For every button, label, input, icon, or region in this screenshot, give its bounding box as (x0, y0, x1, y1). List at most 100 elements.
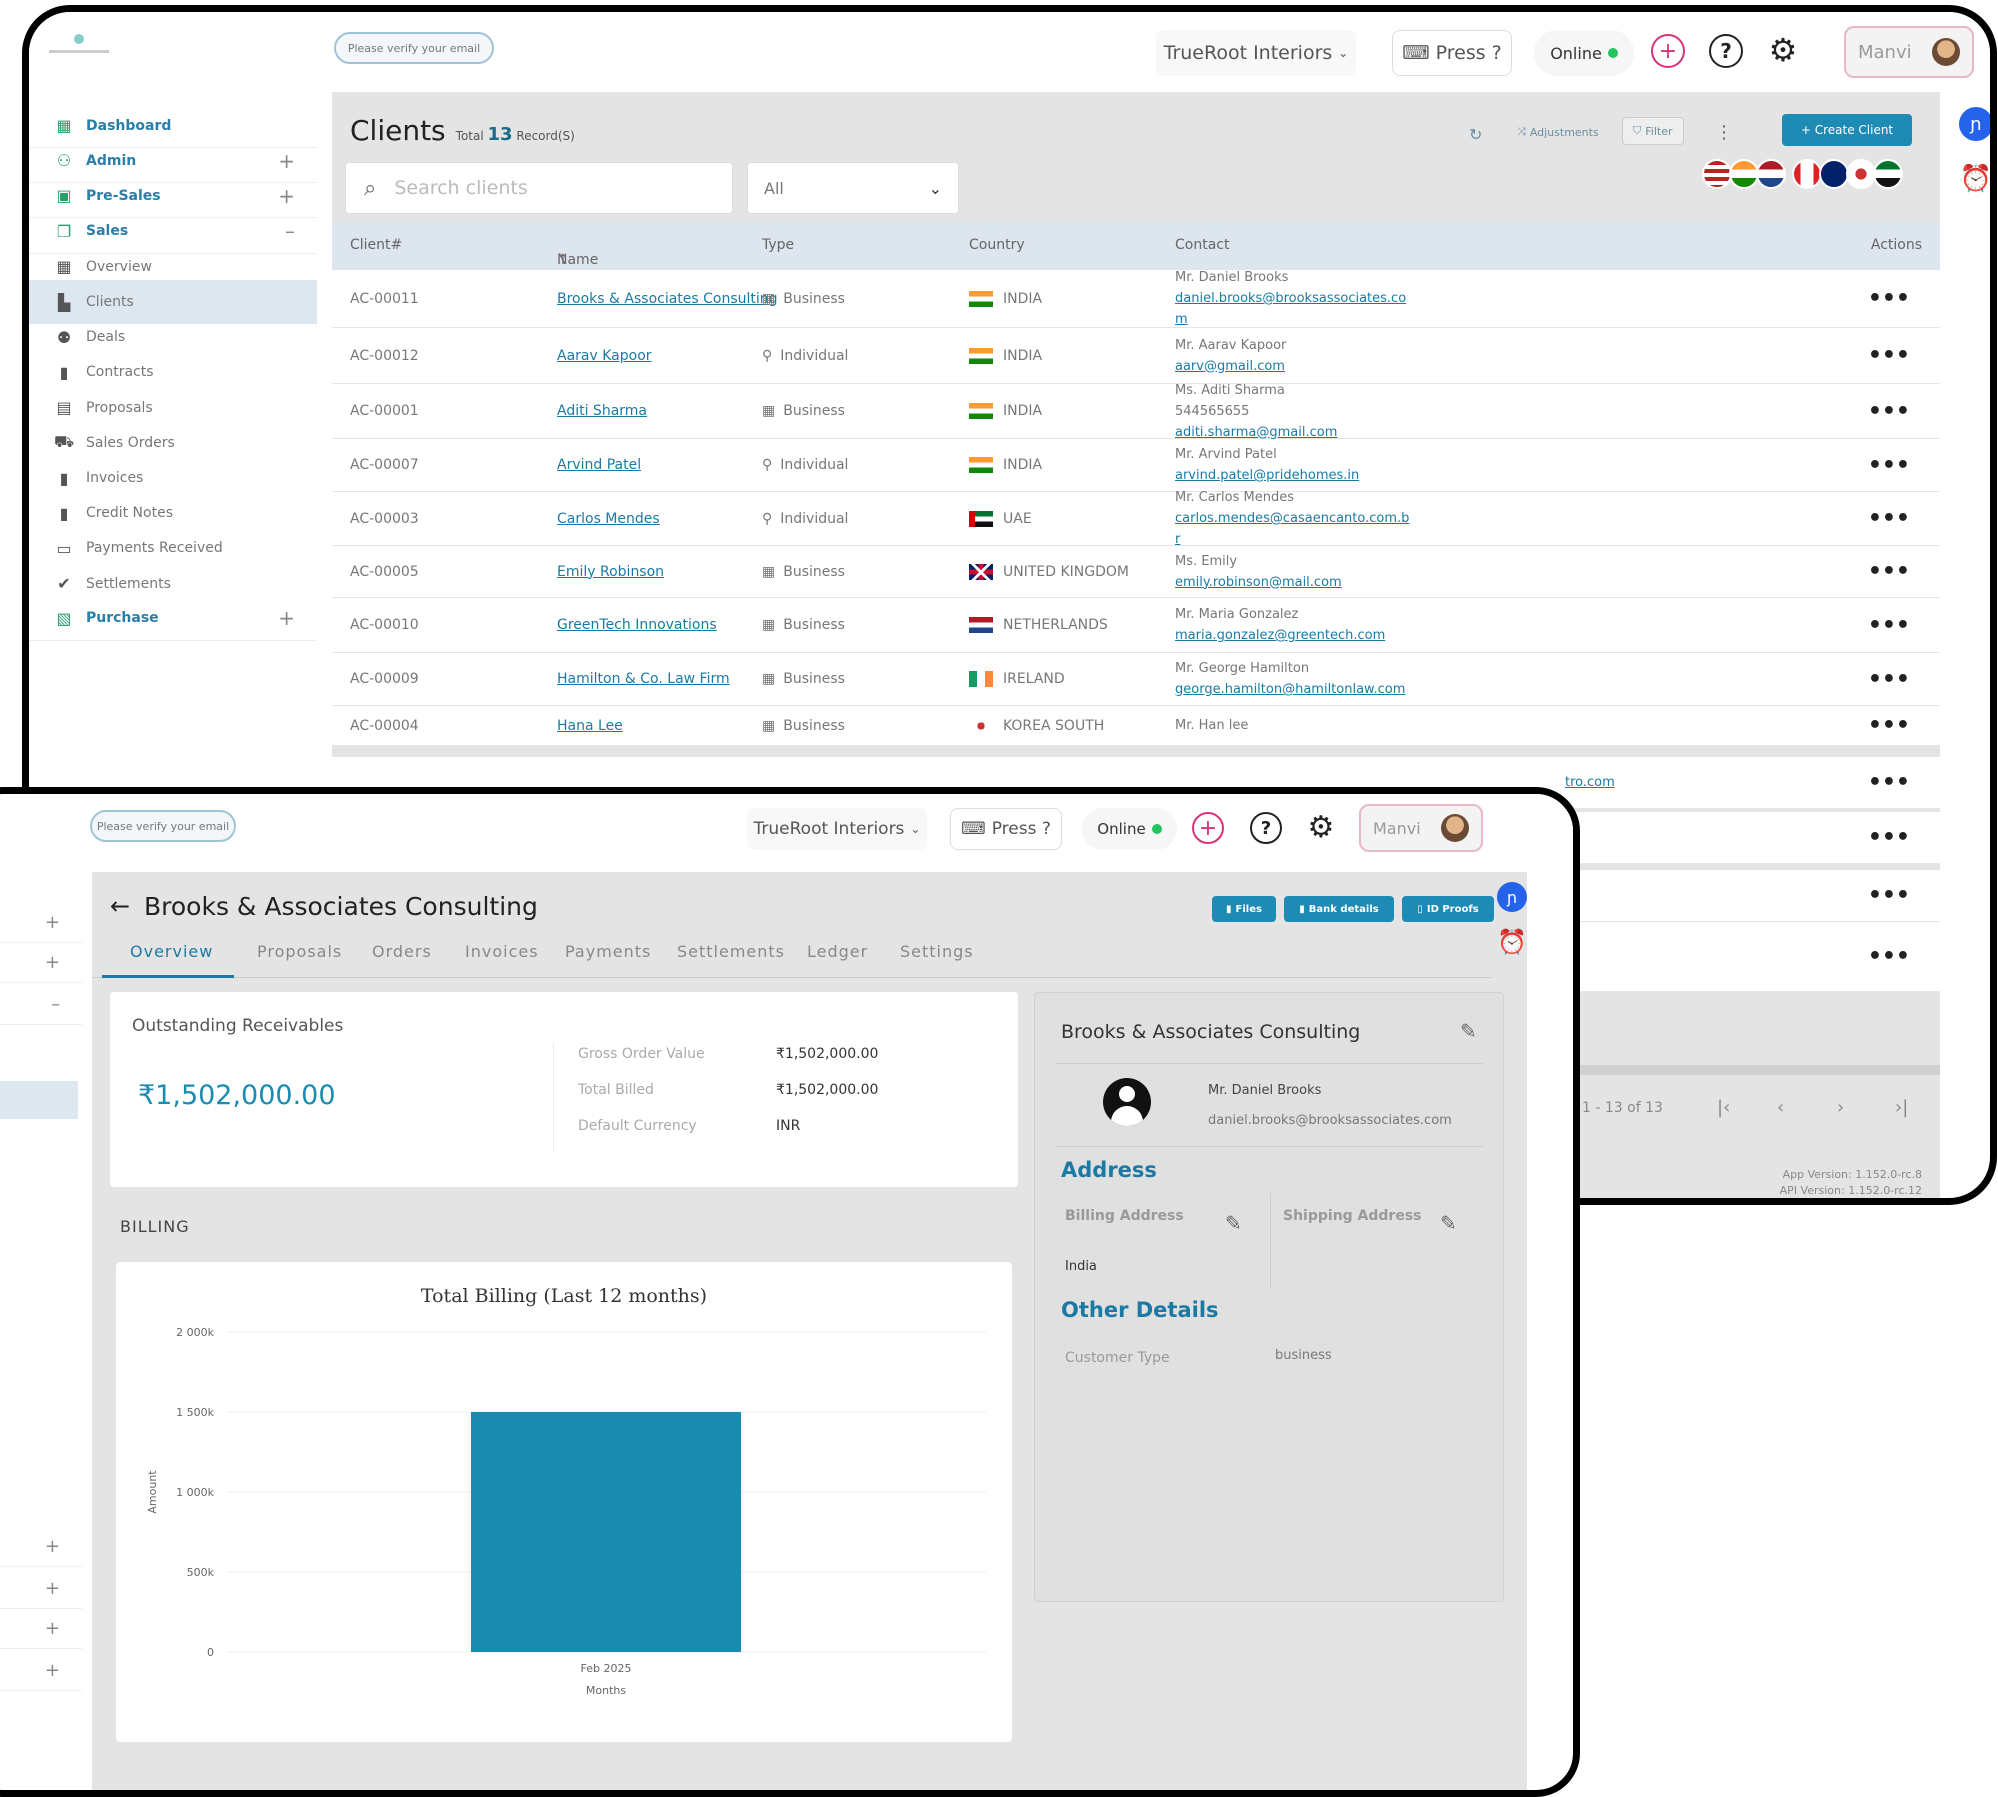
company-selector[interactable]: TrueRoot Interiors ⌄ (1156, 30, 1356, 76)
client-name-link[interactable]: GreenTech Innovations (557, 598, 717, 652)
flag-ae-icon[interactable] (1873, 159, 1903, 189)
table-row[interactable]: AC-00009 Hamilton & Co. Law Firm ▦ Business… (332, 653, 1940, 706)
edit-icon[interactable]: ✎ (1460, 1019, 1477, 1043)
row-actions-icon[interactable]: ••• (1868, 598, 1910, 652)
row-actions-icon[interactable]: ••• (1868, 492, 1910, 545)
online-status[interactable]: Online (1082, 808, 1177, 850)
assistant-icon[interactable]: ɲ (1959, 107, 1990, 141)
col-country[interactable]: Country (969, 237, 1025, 253)
expand-toggle-icon[interactable]: + (278, 606, 295, 630)
flag-ca-icon[interactable] (1792, 159, 1822, 189)
expand-toggle-icon[interactable]: – (51, 994, 60, 1015)
row-actions-icon[interactable]: ••• (1868, 328, 1910, 383)
refresh-icon[interactable]: ↻ (1469, 125, 1482, 144)
client-name-link[interactable]: Brooks & Associates Consulting (557, 270, 778, 327)
edit-billing-address-icon[interactable]: ✎ (1225, 1211, 1242, 1235)
help-icon[interactable]: ? (1709, 34, 1743, 68)
user-menu[interactable]: Manvi (1359, 804, 1483, 852)
flag-in-icon[interactable] (1729, 159, 1759, 189)
settings-gear-icon[interactable]: ⚙ (1304, 810, 1338, 845)
keyboard-shortcuts-button[interactable]: ⌨ Press ? (1392, 30, 1512, 76)
bank-details-button[interactable]: ▮ Bank details (1284, 896, 1394, 922)
flag-gb-icon[interactable] (1819, 159, 1849, 189)
row-actions-icon[interactable]: ••• (1868, 706, 1910, 745)
col-client[interactable]: Client# (350, 237, 402, 253)
expand-toggle-icon[interactable]: + (45, 1578, 60, 1599)
flag-kr-icon[interactable] (1846, 159, 1876, 189)
expand-toggle-icon[interactable]: + (278, 184, 295, 208)
add-circle-icon[interactable]: + (1192, 812, 1224, 844)
table-row[interactable]: AC-00010 GreenTech Innovations ▦ Business NE… (332, 598, 1940, 653)
help-icon[interactable]: ? (1250, 812, 1282, 844)
client-name-link[interactable]: Aarav Kapoor (557, 328, 652, 383)
contact-email-link[interactable]: george.hamilton@hamiltonlaw.com (1175, 679, 1405, 700)
next-page-icon[interactable]: › (1837, 1097, 1844, 1118)
expand-toggle-icon[interactable]: + (45, 1618, 60, 1639)
tab-settlements[interactable]: Settlements (677, 942, 785, 961)
online-status[interactable]: Online (1534, 30, 1634, 76)
row-actions-icon[interactable]: ••• (1868, 812, 1910, 863)
back-arrow-icon[interactable]: ← (110, 892, 130, 920)
contact-email-link[interactable]: m (1175, 309, 1188, 330)
expand-toggle-icon[interactable]: – (285, 219, 295, 243)
settings-gear-icon[interactable]: ⚙ (1766, 31, 1800, 69)
expand-toggle-icon[interactable]: + (45, 1660, 60, 1681)
table-row[interactable]: AC-00005 Emily Robinson ▦ Business UNITED KI… (332, 546, 1940, 598)
tab-invoices[interactable]: Invoices (465, 942, 539, 961)
sidebar-item-purchase[interactable]: ▧ Purchase + (29, 597, 317, 641)
alarm-clock-icon[interactable]: ⏰ (1497, 927, 1527, 957)
prev-page-icon[interactable]: ‹ (1777, 1097, 1784, 1118)
verify-email-badge[interactable]: Please verify your email (334, 32, 494, 64)
table-row[interactable]: AC-00007 Arvind Patel ⚲ Individual INDIA Mr. … (332, 439, 1940, 492)
row-actions-icon[interactable]: ••• (1868, 922, 1910, 991)
client-name-link[interactable]: Hana Lee (557, 706, 623, 745)
row-actions-icon[interactable]: ••• (1868, 439, 1910, 491)
row-actions-icon[interactable]: ••• (1868, 270, 1910, 327)
assistant-icon[interactable]: ɲ (1497, 882, 1527, 912)
flag-nl-icon[interactable] (1756, 159, 1786, 189)
keyboard-shortcuts-button[interactable]: ⌨ Press ? (950, 808, 1062, 850)
add-circle-icon[interactable]: + (1651, 34, 1685, 68)
tab-ledger[interactable]: Ledger (807, 942, 868, 961)
col-type[interactable]: Type (762, 237, 794, 253)
first-page-icon[interactable]: |‹ (1717, 1097, 1730, 1118)
contact-email-link[interactable]: tro.com (1565, 772, 1615, 793)
table-row[interactable]: AC-00012 Aarav Kapoor ⚲ Individual INDIA Mr. … (332, 328, 1940, 384)
row-actions-icon[interactable]: ••• (1868, 546, 1910, 597)
edit-shipping-address-icon[interactable]: ✎ (1440, 1211, 1457, 1235)
alarm-clock-icon[interactable]: ⏰ (1959, 162, 1990, 196)
search-clients[interactable]: ⌕ Search clients (345, 162, 733, 214)
contact-email-link[interactable]: arvind.patel@pridehomes.in (1175, 465, 1359, 486)
files-button[interactable]: ▮ Files (1212, 896, 1276, 922)
contact-email-link[interactable]: carlos.mendes@casaencanto.com.b (1175, 508, 1409, 529)
last-page-icon[interactable]: ›| (1895, 1097, 1908, 1118)
tab-overview[interactable]: Overview (130, 942, 213, 961)
adjustments-button[interactable]: ⤨ Adjustments (1517, 125, 1599, 139)
contact-email-link[interactable]: aarv@gmail.com (1175, 356, 1285, 377)
row-actions-icon[interactable]: ••• (1868, 870, 1910, 921)
user-menu[interactable]: Manvi (1844, 26, 1974, 78)
tab-orders[interactable]: Orders (372, 942, 432, 961)
chart-bar[interactable] (471, 1412, 741, 1652)
client-name-link[interactable]: Arvind Patel (557, 439, 641, 491)
expand-toggle-icon[interactable]: + (45, 1536, 60, 1557)
expand-toggle-icon[interactable]: + (45, 952, 60, 973)
client-name-link[interactable]: Hamilton & Co. Law Firm (557, 653, 730, 705)
company-selector[interactable]: TrueRoot Interiors ⌄ (747, 808, 927, 850)
contact-email-link[interactable]: daniel.brooks@brooksassociates.co (1175, 288, 1406, 309)
filter-button[interactable]: ⛉ Filter (1622, 117, 1684, 145)
table-row[interactable]: AC-00004 Hana Lee ▦ Business KOREA SOUTH Mr. … (332, 706, 1940, 746)
tab-settings[interactable]: Settings (900, 942, 974, 961)
row-actions-icon[interactable]: ••• (1868, 384, 1910, 438)
search-input[interactable]: Search clients (394, 177, 527, 199)
flag-us-icon[interactable] (1702, 159, 1732, 189)
expand-toggle-icon[interactable]: + (278, 149, 295, 173)
create-client-button[interactable]: + Create Client (1782, 114, 1912, 146)
id-proofs-button[interactable]: ▯ ID Proofs (1402, 896, 1494, 922)
table-row[interactable]: AC-00011 Brooks & Associates Consulting ▦ B… (332, 270, 1940, 328)
expand-toggle-icon[interactable]: + (45, 912, 60, 933)
contact-email-link[interactable]: emily.robinson@mail.com (1175, 572, 1342, 593)
row-actions-icon[interactable]: ••• (1868, 653, 1910, 705)
tab-proposals[interactable]: Proposals (257, 942, 342, 961)
type-filter-select[interactable]: All ⌄ (747, 162, 959, 214)
